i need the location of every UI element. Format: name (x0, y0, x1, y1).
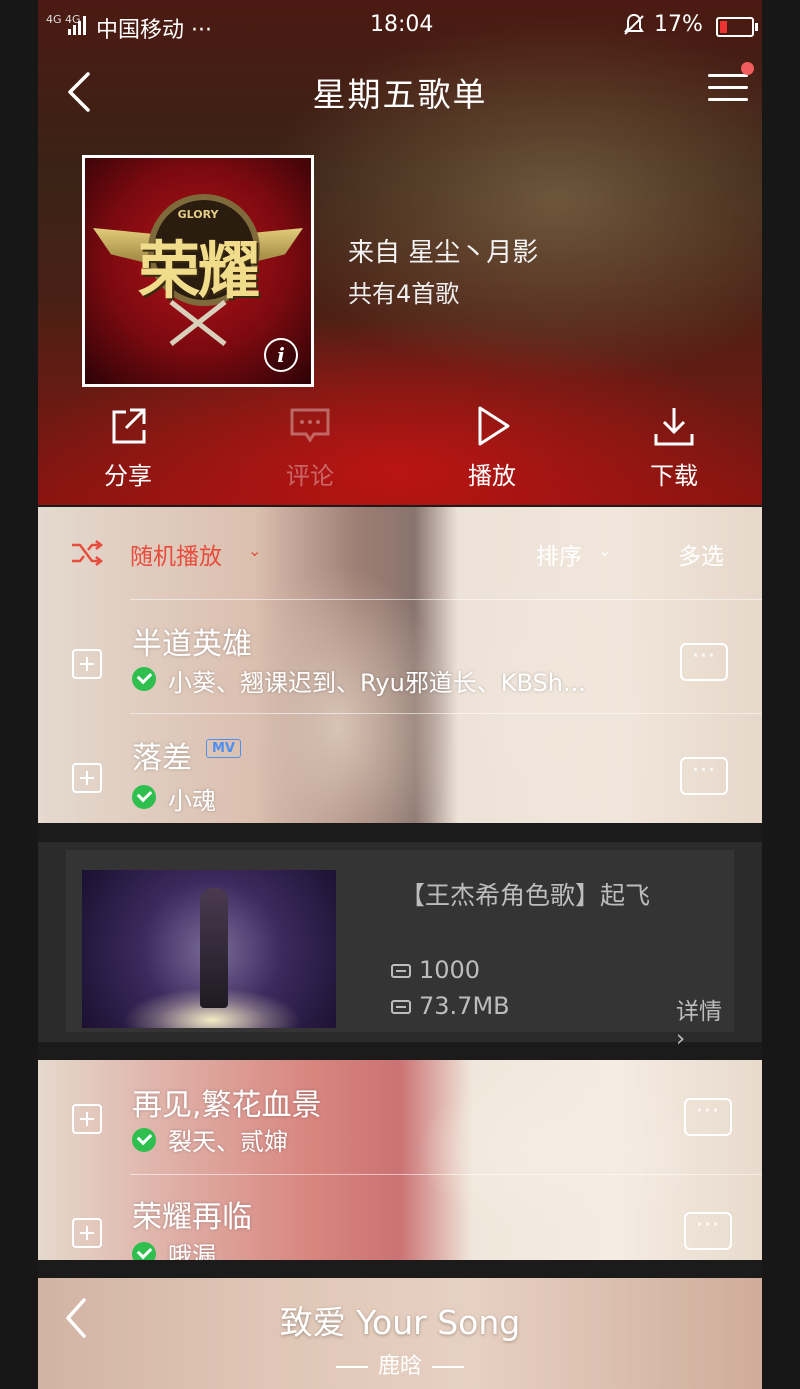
notification-dot (741, 62, 754, 75)
play-icon (478, 406, 510, 446)
playlist-song-count: 共有4首歌 (348, 280, 460, 308)
mv-thumbnail-figure (200, 888, 228, 1008)
song-artist: 小葵、翘课迟到、Ryu邪道长、KBSh... (168, 669, 586, 697)
page-title: 星期五歌单 (312, 75, 488, 114)
share-button[interactable]: 分享 (68, 400, 188, 491)
song-row[interactable]: 再见,繁花血景 裂天、贰婶 ··· (38, 1060, 762, 1174)
more-options-button[interactable]: ··· (684, 1098, 732, 1136)
left-margin (0, 0, 38, 1389)
song-list-section-1: 随机播放 ⌄ 排序 ⌄ 多选 半道英雄 小葵、翘课迟到、Ryu邪道长、KBSh.… (38, 507, 762, 823)
song-row[interactable]: 半道英雄 小葵、翘课迟到、Ryu邪道长、KBSh... ··· (38, 599, 762, 713)
playlist-creator[interactable]: 来自 星尘丶月影 (348, 232, 538, 269)
song-title: 落差 (132, 741, 192, 776)
more-options-button[interactable]: ··· (684, 1212, 732, 1250)
mv-thumbnail[interactable] (82, 870, 336, 1028)
comment-button[interactable]: 评论 (250, 400, 370, 491)
mv-file-size-value: 73.7MB (419, 992, 510, 1020)
battery-percent: 17% (654, 12, 703, 37)
shuffle-dropdown-icon[interactable]: ⌄ (248, 541, 261, 560)
download-icon (654, 408, 694, 446)
now-playing-artist: 鹿晗 (38, 1348, 762, 1380)
song-title: 半道英雄 (132, 627, 252, 662)
mv-card[interactable]: 【王杰希角色歌】起飞 1000 73.7MB 详情 › (38, 842, 762, 1052)
add-to-playlist-button[interactable] (72, 1104, 102, 1134)
carrier-name: 中国移动 ··· (96, 18, 212, 43)
mv-title: 【王杰希角色歌】起飞 (400, 881, 651, 910)
downloaded-check-icon (132, 667, 156, 691)
download-label: 下载 (650, 462, 698, 490)
downloaded-check-icon (132, 1128, 156, 1152)
song-row[interactable]: 落差 MV 小魂 ··· (38, 713, 762, 823)
list-toolbar: 随机播放 ⌄ 排序 ⌄ 多选 (38, 507, 762, 599)
menu-button[interactable] (708, 62, 754, 110)
mv-file-size: 73.7MB (391, 992, 510, 1020)
more-options-button[interactable]: ··· (680, 643, 728, 681)
downloaded-check-icon (132, 1242, 156, 1260)
song-title: 再见,繁花血景 (132, 1088, 322, 1123)
share-icon (112, 408, 146, 444)
clock: 18:04 (370, 12, 434, 37)
play-all-button[interactable]: 播放 (432, 400, 552, 491)
file-size-icon (391, 1000, 411, 1014)
mv-detail-link[interactable]: 详情 › (676, 992, 734, 1052)
multi-select-button[interactable]: 多选 (678, 537, 724, 571)
action-bar: 分享 评论 播放 下载 (38, 400, 762, 500)
downloaded-check-icon (132, 785, 156, 809)
mv-badge[interactable]: MV (206, 739, 241, 758)
song-artist: 裂天、贰婶 (168, 1128, 288, 1156)
song-artist: 哦漏 (168, 1242, 216, 1260)
share-label: 分享 (104, 462, 152, 490)
comment-label: 评论 (286, 462, 334, 490)
song-row[interactable]: 荣耀再临 哦漏 ··· (38, 1174, 762, 1260)
play-count-icon (391, 964, 411, 978)
sort-button[interactable]: 排序 (536, 537, 582, 571)
add-to-playlist-button[interactable] (72, 649, 102, 679)
shuffle-icon[interactable] (70, 539, 104, 567)
song-artist: 小魂 (168, 787, 216, 815)
cover-logo-text: 荣耀 (137, 234, 260, 307)
mv-play-count: 1000 (391, 956, 480, 984)
info-icon[interactable]: i (264, 338, 298, 372)
add-to-playlist-button[interactable] (72, 763, 102, 793)
app-screen: 4G 4G 中国移动 ··· 18:04 17% 星期五歌单 GLORY 荣耀 … (0, 0, 800, 1389)
signal-icon (68, 15, 86, 35)
sort-dropdown-icon[interactable]: ⌄ (598, 541, 611, 560)
right-margin (762, 0, 800, 1389)
crossed-swords-icon (169, 300, 227, 346)
now-playing-bar[interactable]: 致爱 Your Song 鹿晗 (38, 1278, 762, 1389)
mv-play-count-value: 1000 (419, 956, 481, 984)
battery-icon (716, 17, 758, 37)
shuffle-play-button[interactable]: 随机播放 (130, 537, 222, 571)
song-title: 荣耀再临 (132, 1200, 252, 1235)
download-button[interactable]: 下载 (614, 400, 734, 491)
comment-icon (290, 408, 330, 443)
now-playing-title: 致爱 Your Song (279, 1303, 521, 1342)
mute-bell-icon (622, 12, 646, 44)
play-label: 播放 (468, 462, 516, 490)
more-options-button[interactable]: ··· (680, 757, 728, 795)
add-to-playlist-button[interactable] (72, 1218, 102, 1248)
mv-card-inner: 【王杰希角色歌】起飞 1000 73.7MB 详情 › (66, 850, 734, 1052)
song-list-section-2: 再见,繁花血景 裂天、贰婶 ··· 荣耀再临 哦漏 ··· (38, 1060, 762, 1260)
status-bar: 4G 4G 中国移动 ··· 18:04 17% (0, 0, 800, 54)
